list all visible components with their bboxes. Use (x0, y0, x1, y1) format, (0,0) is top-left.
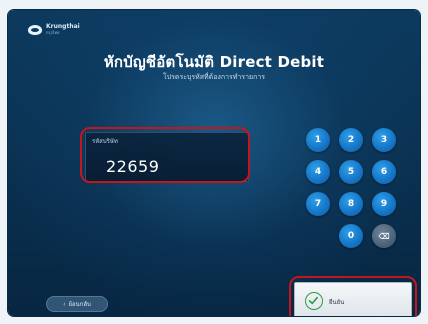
key-2[interactable]: 2 (339, 128, 363, 152)
key-3[interactable]: 3 (372, 128, 396, 152)
key-8[interactable]: 8 (339, 192, 363, 216)
atm-screen: Krungthai กรุงไทย หักบัญชีอัตโนมัติ Dire… (8, 10, 420, 316)
code-highlight-outline (80, 127, 250, 183)
page-subtitle: โปรดระบุรหัสที่ต้องการทำรายการ (162, 73, 266, 81)
back-button[interactable]: ‹ ย้อนกลับ (46, 296, 108, 312)
key-1[interactable]: 1 (306, 128, 330, 152)
key-6[interactable]: 6 (372, 160, 396, 184)
bank-logo: Krungthai กรุงไทย (28, 24, 80, 35)
key-4[interactable]: 4 (306, 160, 330, 184)
confirm-highlight-outline (289, 276, 417, 316)
key-5[interactable]: 5 (339, 160, 363, 184)
backspace-key[interactable]: ⌫ (372, 224, 396, 248)
bird-logo-icon (28, 24, 42, 35)
key-7[interactable]: 7 (306, 192, 330, 216)
chevron-left-icon: ‹ (63, 300, 66, 308)
logo-subtext: กรุงไทย (46, 30, 60, 35)
back-button-label: ย้อนกลับ (68, 301, 91, 308)
key-0[interactable]: 0 (339, 224, 363, 248)
page-title: หักบัญชีอัตโนมัติ Direct Debit (103, 53, 325, 71)
key-9[interactable]: 9 (372, 192, 396, 216)
